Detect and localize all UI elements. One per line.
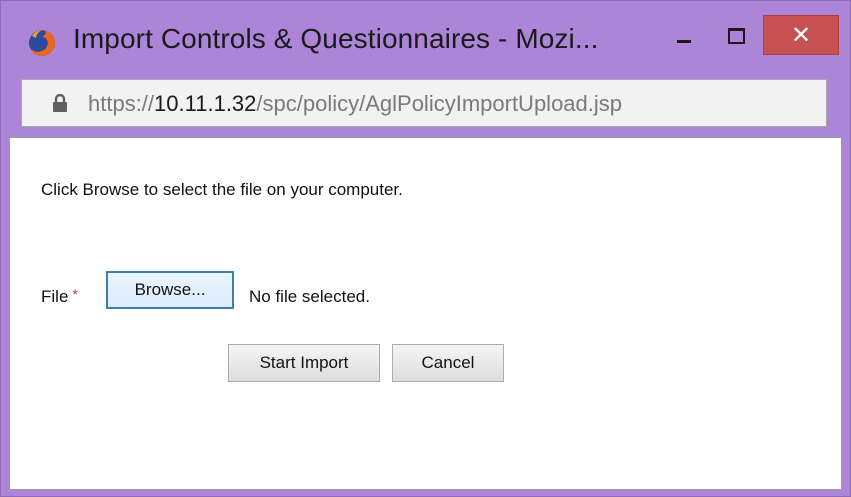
browse-button[interactable]: Browse...: [106, 271, 234, 309]
instructions-text: Click Browse to select the file on your …: [41, 180, 403, 199]
url-path: /spc/policy/AglPolicyImportUpload.jsp: [256, 91, 623, 116]
close-icon: ✕: [790, 21, 812, 49]
url-text: https://10.11.1.32/spc/policy/AglPolicyI…: [88, 91, 622, 117]
browser-popup-window: Import Controls & Questionnaires - Mozi.…: [0, 0, 851, 497]
no-file-selected-text: No file selected.: [249, 287, 370, 306]
lock-icon: [53, 94, 67, 112]
cancel-button[interactable]: Cancel: [392, 344, 504, 382]
url-host: 10.11.1.32: [154, 91, 257, 116]
page-content: Click Browse to select the file on your …: [9, 137, 842, 490]
maximize-button[interactable]: [713, 15, 759, 55]
minimize-button[interactable]: [661, 15, 707, 55]
file-label-text: File: [41, 287, 69, 306]
title-bar[interactable]: Import Controls & Questionnaires - Mozi.…: [1, 1, 850, 71]
url-scheme: https://: [88, 91, 155, 116]
window-title: Import Controls & Questionnaires - Mozi.…: [73, 23, 599, 54]
start-import-button[interactable]: Start Import: [228, 344, 380, 382]
file-field-label: File *: [41, 286, 78, 307]
close-button[interactable]: ✕: [763, 15, 839, 55]
firefox-icon: [29, 30, 55, 56]
required-marker: *: [72, 286, 78, 302]
address-bar[interactable]: https://10.11.1.32/spc/policy/AglPolicyI…: [21, 79, 827, 127]
